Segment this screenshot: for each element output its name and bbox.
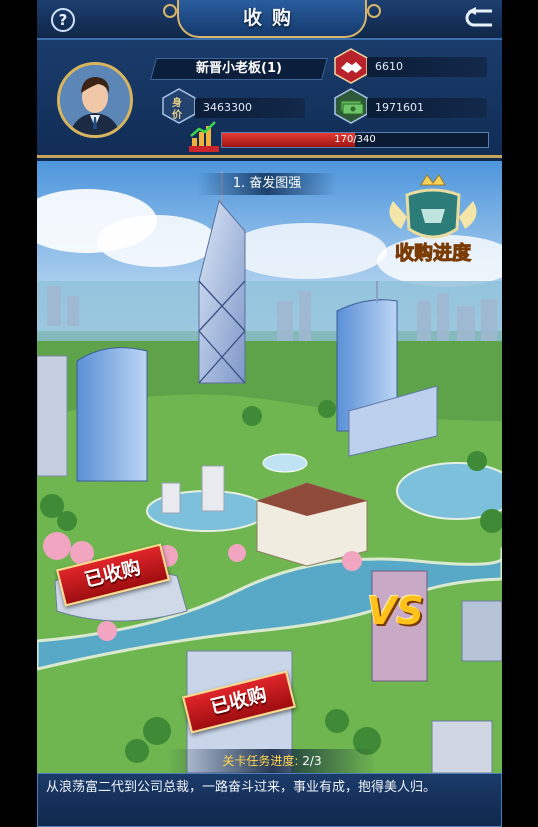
svg-text:价: 价: [172, 109, 183, 121]
page-title: 收购: [163, 0, 381, 38]
player-avatar[interactable]: [57, 62, 133, 138]
question-mark-icon: ?: [58, 11, 68, 29]
level-description: 从浪荡富二代到公司总裁，一路奋斗过来，事业有成，抱得美人归。: [37, 773, 502, 827]
handshake-icon: [334, 48, 368, 84]
task-progress-value: 2/3: [302, 754, 322, 768]
market-chart-icon: [189, 121, 219, 152]
market-value-bar: 170/340: [221, 132, 489, 148]
task-progress-label: 关卡任务进度:: [222, 754, 299, 768]
left-letterbox: [0, 0, 37, 827]
acquisition-progress-button[interactable]: 收购进度: [377, 171, 489, 267]
businessman-portrait-icon: [60, 65, 130, 135]
deals-value: 6610: [367, 57, 487, 77]
help-button[interactable]: ?: [51, 8, 75, 32]
task-progress: 关卡任务进度: 2/3: [167, 749, 377, 773]
right-letterbox: [502, 0, 538, 827]
cash-value: 1971601: [367, 98, 487, 118]
player-info-panel: 新晋小老板(1) 身 价 3463300 6610 1971601 170/34…: [37, 40, 502, 158]
player-name: 新晋小老板(1): [196, 61, 282, 76]
level-title: 1. 奋发图强: [197, 173, 337, 195]
city-map: 1. 奋发图强 收购进度 已收购 已收购 VS 关卡任务进度: 2/3: [37, 161, 502, 773]
market-value-text: 170/340: [334, 134, 376, 145]
reputation-value: 3463300: [195, 98, 305, 118]
vs-challenge-button[interactable]: VS: [367, 589, 437, 641]
game-screen: ? 收购 新晋小老板(1) 身 价 3463300 6610 1971601 1…: [37, 0, 502, 827]
return-arrow-icon: [465, 7, 492, 27]
title-bar: ? 收购: [37, 0, 502, 40]
shield-crown-icon: 收购进度: [389, 174, 477, 265]
svg-text:身: 身: [172, 96, 182, 109]
description-text: 从浪荡富二代到公司总裁，一路奋斗过来，事业有成，抱得美人归。: [46, 780, 437, 795]
progress-badge-label: 收购进度: [395, 241, 472, 264]
cash-stack-icon: [334, 88, 368, 124]
back-button[interactable]: [462, 6, 498, 30]
reputation-icon: 身 价: [162, 88, 196, 124]
